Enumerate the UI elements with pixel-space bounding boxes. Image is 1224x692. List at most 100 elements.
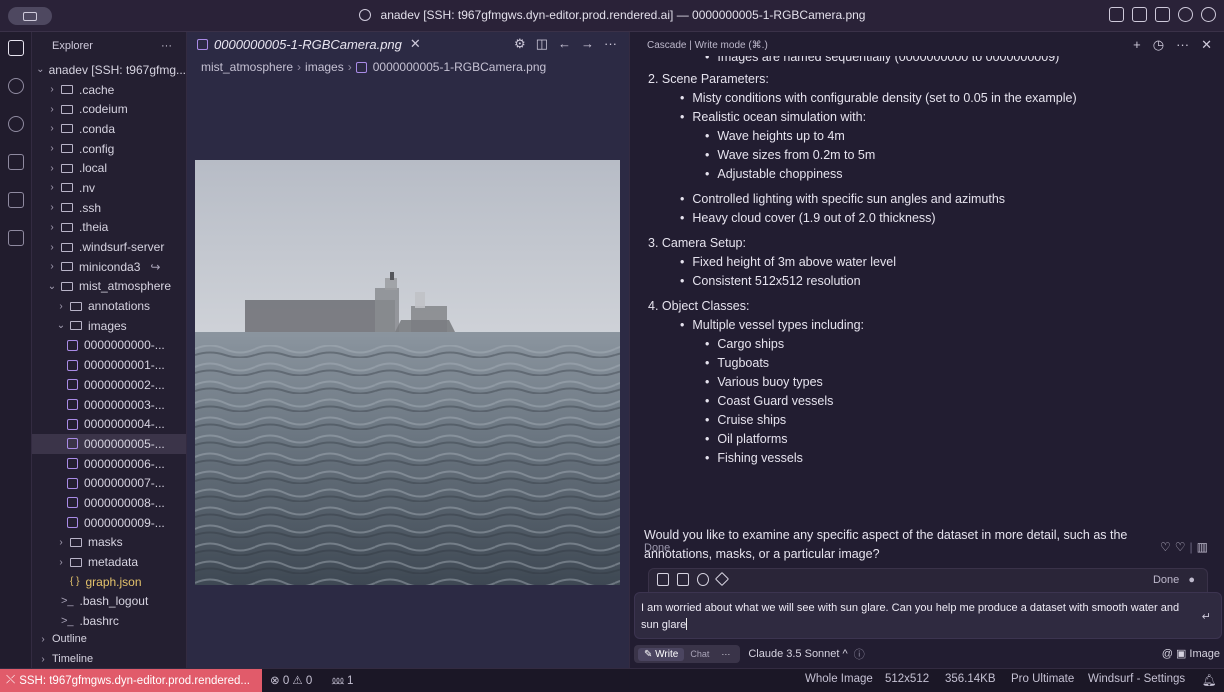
image-preview [195,160,620,585]
tree-item[interactable]: › .config [32,139,186,159]
tree-item[interactable]: 0000000009-... [32,513,186,533]
close-icon[interactable]: ✕ [1201,37,1212,53]
window-title: anadev [SSH: t967gfmgws.dyn-editor.prod.… [380,8,866,22]
thumbs-up-icon[interactable]: ♡ [1175,540,1190,554]
remote-explorer-icon[interactable] [8,192,24,208]
tree-item-label: 0000000009-... [84,515,165,530]
tree-item[interactable]: >_ .bash_logout [32,592,186,612]
tree-item[interactable]: ⌄ mist_atmosphere [32,277,186,297]
toggle-panel-icon[interactable] [1132,7,1147,22]
chevron-right-icon: › [50,84,54,96]
tool-icon[interactable] [714,571,730,587]
run-debug-icon[interactable] [8,154,24,170]
chevron-right-icon: › [41,653,45,665]
split-editor-icon[interactable]: ◫ [536,36,548,52]
folder-icon [70,321,82,331]
image-file-icon [67,517,78,529]
image-file-icon [67,477,78,489]
customize-layout-icon[interactable] [1155,7,1170,22]
tree-item[interactable]: { } graph.json [32,572,186,592]
tree-item[interactable]: › .theia [32,218,186,238]
tree-item[interactable]: › .nv [32,178,186,198]
breadcrumb-item[interactable]: mist_atmosphere [201,60,293,74]
mode-write-button[interactable]: ✎ Write [638,647,685,661]
remote-indicator[interactable]: ⤬ SSH: t967gfmgws.dyn-editor.prod.rendere… [0,669,262,692]
tree-item[interactable]: › miniconda3 ↪ [32,257,186,277]
enter-icon[interactable]: ↵ [1202,609,1211,626]
copilot-icon[interactable] [1178,7,1193,22]
terminal-context-icon[interactable] [677,573,689,586]
tree-item[interactable]: >_ .bashrc [32,611,186,631]
info-icon[interactable]: ⓘ [854,646,865,662]
problems-indicator[interactable]: ⊗ 0 ⚠ 0 [270,673,312,687]
tree-item-label: .ssh [79,200,102,215]
ports-indicator[interactable]: ⅏ 1 [332,673,353,688]
shell-file-icon: >_ [61,615,74,628]
tree-item[interactable]: 0000000005-... [32,434,186,454]
breadcrumb-item[interactable]: 0000000005-1-RGBCamera.png [373,60,546,74]
chevron-right-icon: › [50,202,54,214]
chat-input[interactable]: I am worried about what we will see with… [634,592,1222,639]
tree-item[interactable]: 0000000004-... [32,414,186,434]
folder-icon [61,242,73,252]
search-icon[interactable] [8,78,24,94]
tree-item[interactable]: › .codeium [32,99,186,119]
back-arrow-icon[interactable]: ← [558,36,571,52]
settings-icon[interactable]: ⚙ [514,36,526,52]
stats-icon[interactable]: ▥ [1197,540,1212,554]
windsurf-settings[interactable]: Windsurf - Settings [1088,673,1185,685]
tree-item[interactable]: 0000000006-... [32,454,186,474]
tree-item[interactable]: 0000000003-... [32,395,186,415]
tree-item[interactable]: 0000000000-... [32,336,186,356]
tree-item[interactable]: 0000000002-... [32,375,186,395]
source-control-icon[interactable] [8,116,24,132]
plan-badge[interactable]: Pro Ultimate [1011,673,1074,685]
tree-item[interactable]: › .windsurf-server [32,237,186,257]
toggle-primary-sidebar-icon[interactable] [1109,7,1124,22]
status-dot-icon: ● [1188,574,1195,586]
chevron-down-icon: ⌄ [56,320,66,332]
tree-item[interactable]: 0000000008-... [32,493,186,513]
zoom-mode[interactable]: Whole Image [805,673,873,685]
tree-item[interactable]: › metadata [32,552,186,572]
notifications-icon[interactable]: 🔔︎ [1202,673,1217,687]
chevron-right-icon: › [59,536,63,548]
tree-item[interactable]: › .cache [32,80,186,100]
forward-arrow-icon[interactable]: → [581,36,594,52]
mention-image-buttons[interactable]: @ ▣ Image [1162,647,1220,660]
tree-item[interactable]: › .ssh [32,198,186,218]
more-options-icon[interactable]: ··· [1176,37,1189,53]
mode-more-button[interactable]: ··· [715,648,736,660]
tree-item-label: annotations [88,299,151,314]
tree-item[interactable]: › .local [32,158,186,178]
model-selector[interactable]: Claude 3.5 Sonnet ^ [748,648,847,660]
thumbs-down-icon[interactable]: ♡ [1160,540,1175,554]
mode-chat-button[interactable]: Chat [684,648,715,660]
tab-rgbcamera[interactable]: 0000000005-1-RGBCamera.png ✕ [187,36,421,52]
file-context-icon[interactable] [657,573,669,586]
outline-section[interactable]: › Outline [32,629,187,649]
explorer-icon[interactable] [8,40,24,56]
tree-item[interactable]: › masks [32,533,186,553]
tree-item[interactable]: 0000000001-... [32,355,186,375]
history-icon[interactable]: ◷ [1153,37,1164,53]
tree-item[interactable]: ⌄ images [32,316,186,336]
close-tab-button[interactable]: ✕ [410,36,421,52]
explorer-more-button[interactable]: ··· [161,40,172,52]
image-file-icon [67,399,78,411]
tree-root[interactable]: ⌄ anadev [SSH: t967gfmg... [32,60,186,80]
explorer-title: Explorer [52,40,93,52]
tree-item[interactable]: 0000000007-... [32,473,186,493]
tree-item[interactable]: › annotations [32,296,186,316]
command-center[interactable]: anadev [SSH: t967gfmgws.dyn-editor.prod.… [0,8,1224,22]
more-actions-icon[interactable]: ··· [604,36,617,52]
extensions-icon[interactable] [8,230,24,246]
new-conversation-icon[interactable]: + [1133,37,1141,53]
account-icon[interactable] [1201,7,1216,22]
tree-item[interactable]: › .conda [32,119,186,139]
breadcrumb-item[interactable]: images [305,60,344,74]
done-status: Done [644,542,671,554]
web-context-icon[interactable] [697,573,709,586]
timeline-section[interactable]: › Timeline [32,649,187,669]
chevron-down-icon: ⌄ [47,280,57,292]
